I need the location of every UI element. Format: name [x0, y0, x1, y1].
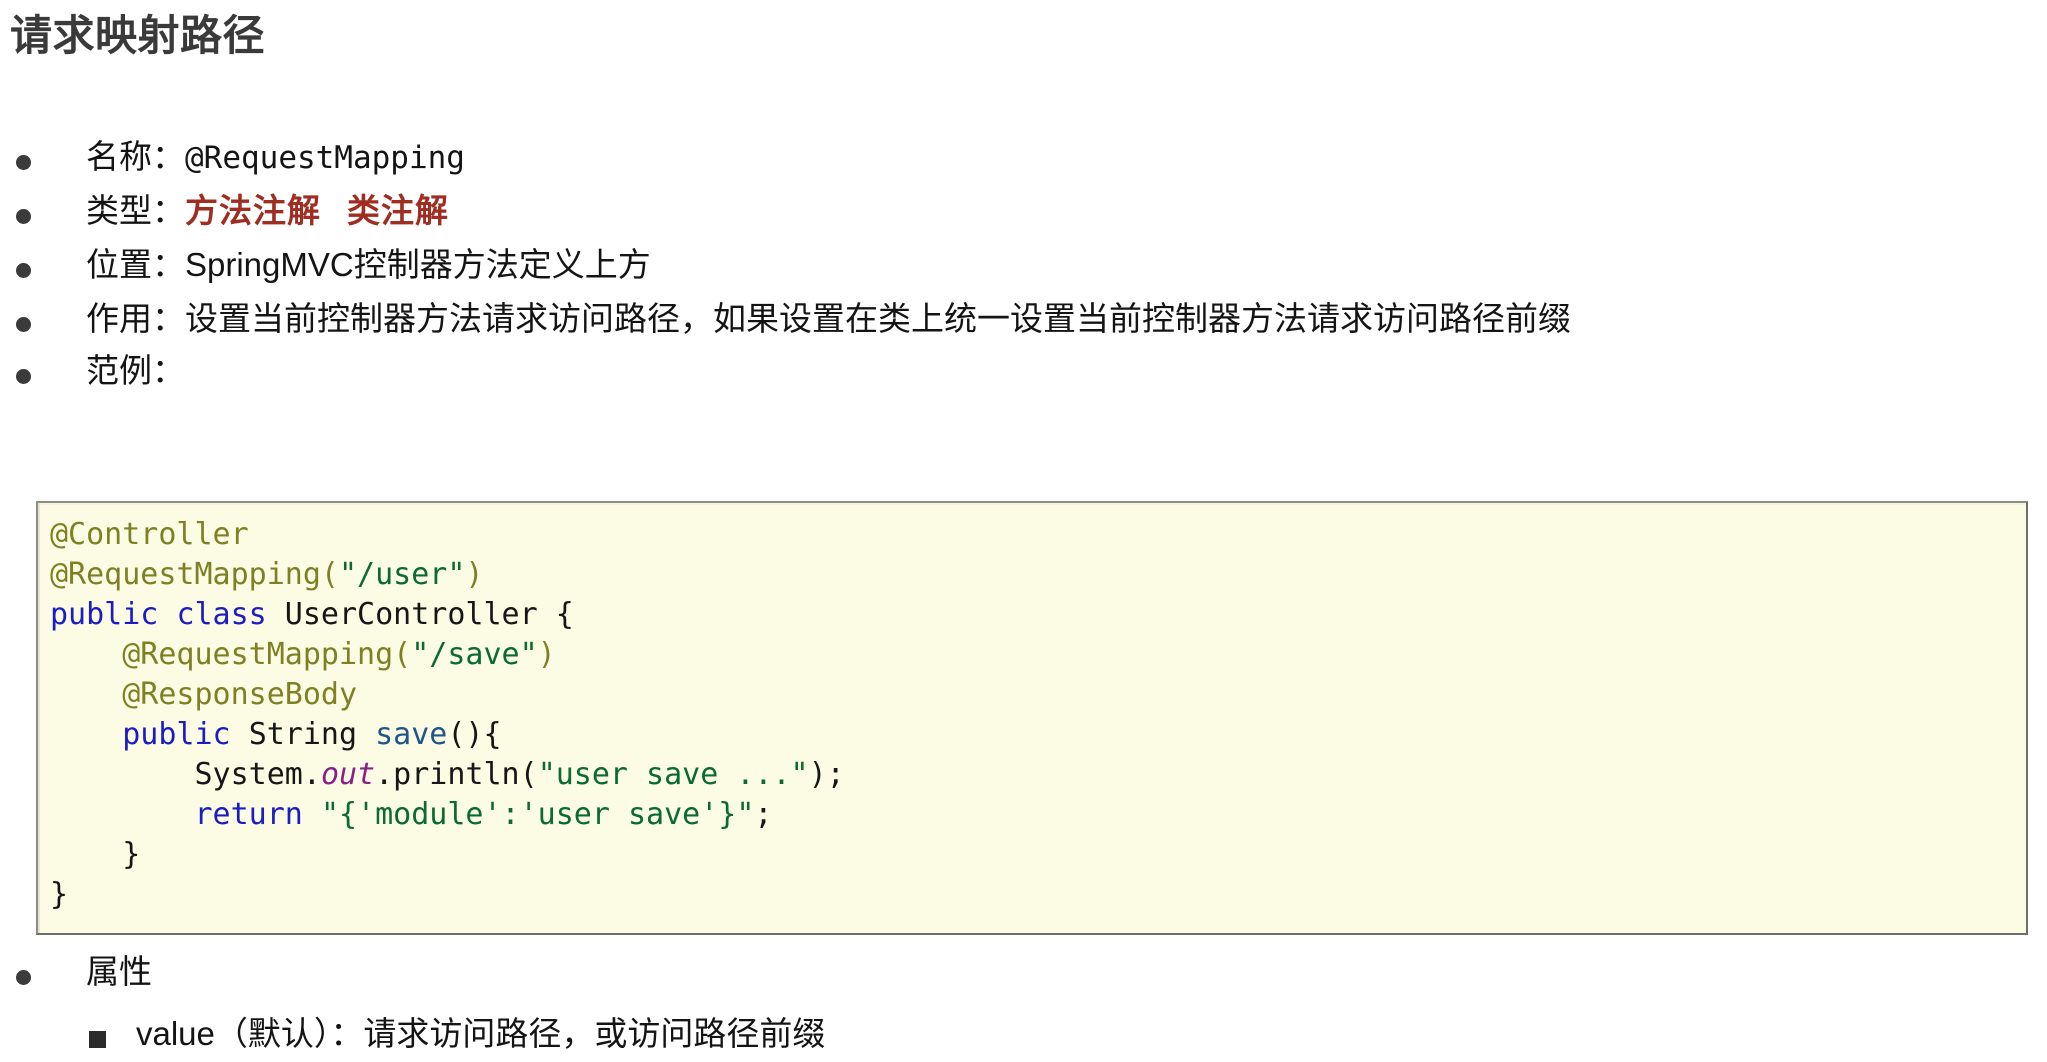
code-token: UserController { [266, 597, 574, 632]
annotation-type-class: 类注解 [347, 192, 449, 229]
square-bullet-icon [89, 1031, 106, 1048]
bullet-dot-icon [16, 263, 31, 278]
slide-page: 请求映射路径 名称：@RequestMapping 类型：方法注解 类注解 位置：… [0, 0, 2047, 1062]
list-item-name-text: 名称：@RequestMapping [86, 140, 465, 174]
list-item-name: 名称：@RequestMapping [0, 140, 2047, 176]
code-token: String [248, 717, 358, 752]
code-line: @RequestMapping("/save") [50, 635, 2016, 675]
code-token: out [320, 757, 376, 792]
code-sample-block: @Controller @RequestMapping("/user") publi… [36, 501, 2028, 935]
code-token: public [50, 597, 159, 632]
list-item-usage-label: 作用： [86, 300, 185, 337]
bullet-dot-icon [16, 317, 31, 332]
code-token: "/save" [411, 637, 538, 672]
code-token: ) [537, 637, 556, 672]
list-item-position-value: SpringMVC控制器方法定义上方 [185, 246, 651, 283]
code-line: System.out.println("user save ..."); [50, 755, 2016, 795]
list-item-type-text: 类型：方法注解 类注解 [86, 194, 449, 227]
code-token: .println( [375, 757, 538, 792]
code-token: "{'module':'user save'}" [320, 797, 755, 832]
annotation-type-method: 方法注解 [185, 192, 321, 229]
code-line: } [50, 835, 2016, 875]
code-token: "user save ..." [537, 757, 809, 792]
code-token: "/user" [338, 557, 466, 592]
list-item-type: 类型：方法注解 类注解 [0, 194, 2047, 230]
bullet-dot-icon [16, 369, 31, 384]
list-item-attributes-label: 属性 [86, 953, 152, 990]
code-line: public String save(){ [50, 715, 2016, 755]
code-line: @RequestMapping("/user") [50, 555, 2016, 595]
bullet-dot-icon [16, 209, 31, 224]
code-line: @Controller [50, 515, 2016, 555]
code-token: (){ [447, 717, 502, 752]
code-token: ); [808, 757, 845, 792]
page-title: 请求映射路径 [10, 12, 266, 59]
code-token: save [375, 717, 448, 752]
code-token: @RequestMapping( [50, 637, 412, 672]
code-token: } [50, 837, 141, 872]
code-token: @RequestMapping( [50, 557, 339, 592]
list-item-example-text: 范例： [86, 354, 185, 387]
code-token: ; [754, 797, 773, 832]
code-token: @ResponseBody [50, 677, 358, 712]
list-item-example-label: 范例： [86, 352, 185, 389]
list-item-attribute-value-text: value（默认）：请求访问路径，或访问路径前缀 [136, 1015, 826, 1052]
list-item-example: 范例： [0, 354, 2047, 390]
list-item-attribute-value: value（默认）：请求访问路径，或访问路径前缀 [0, 1017, 2047, 1050]
code-sample-text: @Controller @RequestMapping("/user") publi… [50, 515, 2016, 915]
code-token: class [176, 597, 267, 632]
code-line: } [50, 875, 2016, 915]
list-item-position: 位置：SpringMVC控制器方法定义上方 [0, 248, 2047, 284]
list-item-name-label: 名称： [86, 138, 185, 175]
list-item-position-label: 位置： [86, 246, 185, 283]
list-item-attributes: 属性 [0, 955, 2047, 991]
bullet-dot-icon [16, 155, 31, 170]
code-token: return [194, 797, 303, 832]
list-item-type-label: 类型： [86, 192, 185, 229]
list-item-usage-value: 设置当前控制器方法请求访问路径，如果设置在类上统一设置当前控制器方法请求访问路径… [185, 300, 1571, 337]
code-token: ) [465, 557, 484, 592]
list-item-name-value: @RequestMapping [185, 140, 465, 176]
code-token: @Controller [50, 517, 249, 552]
code-line: @ResponseBody [50, 675, 2016, 715]
code-line: return "{'module':'user save'}"; [50, 795, 2016, 835]
code-token: System. [50, 757, 321, 792]
code-line: public class UserController { [50, 595, 2016, 635]
list-item-position-text: 位置：SpringMVC控制器方法定义上方 [86, 248, 651, 281]
list-item-usage-text: 作用：设置当前控制器方法请求访问路径，如果设置在类上统一设置当前控制器方法请求访… [86, 302, 1571, 335]
bullet-dot-icon [16, 970, 31, 985]
code-token: } [50, 877, 69, 912]
code-token: public [122, 717, 231, 752]
list-item-usage: 作用：设置当前控制器方法请求访问路径，如果设置在类上统一设置当前控制器方法请求访… [0, 302, 2047, 338]
